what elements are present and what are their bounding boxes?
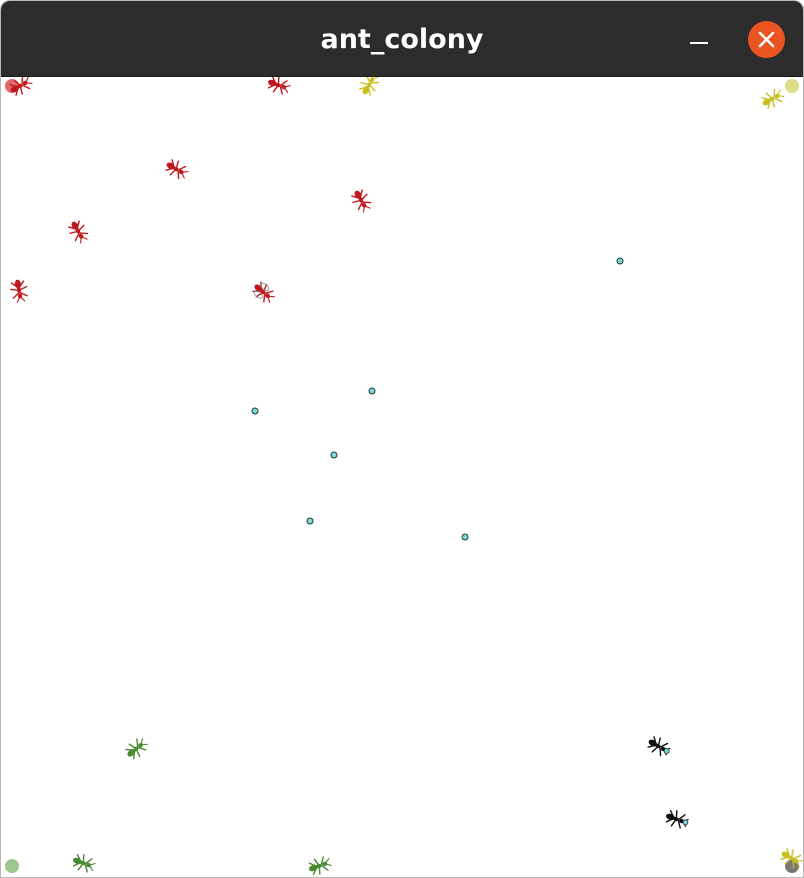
close-button[interactable] (748, 21, 785, 58)
ant-icon (647, 736, 671, 757)
food-item (306, 517, 314, 525)
food-item (616, 257, 624, 265)
minimize-icon (690, 42, 708, 44)
app-window: ant_colony (0, 0, 804, 878)
ant-icon (308, 856, 332, 876)
nest-yellow-marker (785, 79, 799, 93)
close-icon (758, 31, 775, 48)
ant-icon (665, 809, 689, 829)
simulation-svg (5, 77, 803, 876)
ant-icon (125, 738, 148, 760)
minimize-button[interactable] (681, 23, 717, 59)
ant-icon (267, 77, 291, 95)
ant-icon (165, 159, 189, 180)
ant-icon (72, 853, 96, 873)
food-item (368, 387, 376, 395)
ant-icon (359, 77, 380, 96)
food-item (461, 533, 469, 541)
nest-green-marker (5, 859, 19, 873)
simulation-canvas[interactable] (1, 77, 803, 877)
ant-icon (68, 220, 89, 244)
title-bar[interactable]: ant_colony (1, 1, 803, 77)
ant-icon (351, 189, 372, 213)
ant-icon (10, 279, 28, 303)
ant-icon (761, 88, 785, 109)
ant-icon (252, 281, 275, 303)
food-item (330, 451, 338, 459)
food-item (251, 407, 259, 415)
